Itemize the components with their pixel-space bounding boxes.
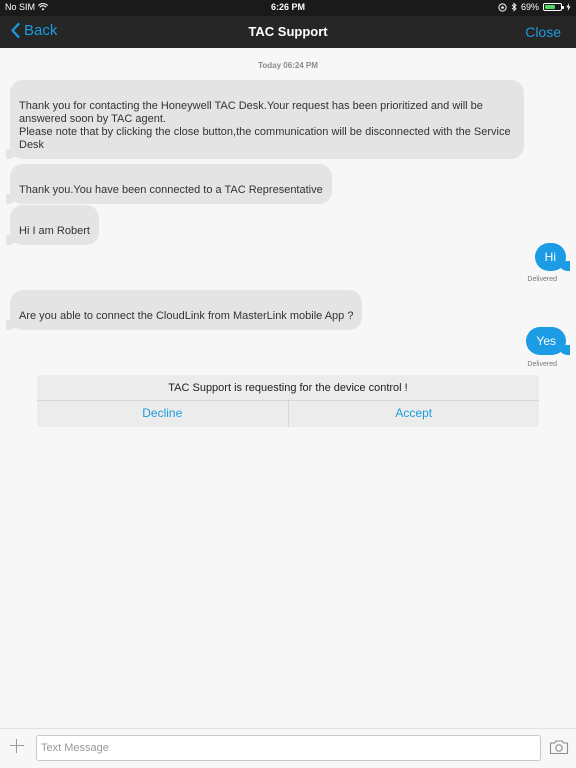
request-title: TAC Support is requesting for the device… bbox=[37, 375, 539, 401]
delivery-status: Delivered bbox=[527, 361, 557, 368]
charging-icon bbox=[566, 3, 571, 11]
message-text: Yes bbox=[536, 334, 556, 348]
incoming-message: Hi I am Robert bbox=[6, 205, 99, 245]
status-bar: No SIM 6:26 PM 69% bbox=[0, 0, 576, 16]
message-text: Are you able to connect the CloudLink fr… bbox=[19, 310, 354, 322]
device-control-request: TAC Support is requesting for the device… bbox=[37, 375, 539, 427]
add-attachment-icon[interactable] bbox=[9, 738, 25, 754]
battery-percent: 69% bbox=[520, 2, 539, 12]
outgoing-message: Yes bbox=[526, 327, 570, 355]
close-button[interactable]: Close bbox=[525, 24, 561, 40]
navigation-bar: Back TAC Support Close bbox=[0, 16, 576, 48]
incoming-message: Are you able to connect the CloudLink fr… bbox=[5, 290, 363, 330]
chat-timestamp: Today 06:24 PM bbox=[258, 61, 318, 70]
message-text: Hi bbox=[544, 250, 556, 264]
message-text: Thank you.You have been connected to a T… bbox=[19, 184, 323, 196]
outgoing-message: Hi bbox=[534, 243, 571, 271]
battery-icon bbox=[543, 3, 564, 11]
message-text: Hi I am Robert bbox=[19, 225, 90, 237]
incoming-message: Thank you.You have been connected to a T… bbox=[6, 164, 332, 204]
delivery-status: Delivered bbox=[527, 276, 557, 283]
status-right: 69% bbox=[498, 2, 571, 12]
status-time: 6:26 PM bbox=[270, 2, 305, 12]
bluetooth-icon bbox=[511, 2, 517, 12]
incoming-message: Thank you for contacting the Honeywell T… bbox=[6, 80, 524, 159]
message-text: Thank you for contacting the Honeywell T… bbox=[19, 100, 511, 151]
camera-icon[interactable] bbox=[549, 739, 569, 755]
decline-button[interactable]: Decline bbox=[37, 401, 288, 427]
message-input[interactable] bbox=[36, 735, 541, 761]
request-actions: Decline Accept bbox=[37, 401, 539, 427]
page-title: TAC Support bbox=[248, 24, 328, 39]
accept-button[interactable]: Accept bbox=[287, 401, 540, 427]
battery-level bbox=[545, 5, 556, 9]
message-composer bbox=[0, 728, 576, 768]
location-icon bbox=[498, 2, 507, 12]
